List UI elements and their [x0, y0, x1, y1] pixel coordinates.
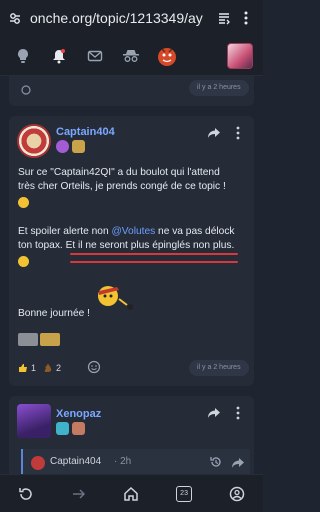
account-icon[interactable]	[226, 483, 248, 505]
post-line: Sur ce "Captain42QI" a du boulot qui l'a…	[18, 167, 220, 178]
badge-icon	[56, 140, 69, 153]
home-icon[interactable]	[120, 483, 142, 505]
post-line: Bonne journée !	[18, 308, 90, 319]
post-card: Captain404 Sur ce "Captain42QI" a du bou…	[9, 116, 254, 386]
author-badges	[56, 140, 85, 153]
share-icon[interactable]	[231, 456, 245, 474]
post-line: Et spoiler alerte non @Volutes ne va pas…	[18, 225, 250, 239]
attachment-thumbnail[interactable]	[18, 333, 38, 346]
shield-badge-icon	[72, 140, 85, 153]
private-messages-icon[interactable]	[82, 43, 108, 69]
next-post-card: Xenopaz Captain404 · 2h	[9, 396, 254, 486]
quote-time: · 2h	[114, 456, 132, 467]
incognito-icon[interactable]	[118, 43, 144, 69]
reaction-thumbs-up[interactable]: 1	[18, 360, 36, 376]
thumbs-up-icon	[19, 364, 27, 372]
author-avatar[interactable]	[17, 124, 51, 158]
url-bar[interactable]: onche.org/topic/1213349/ay	[30, 10, 213, 26]
quote-author[interactable]: Captain404	[50, 456, 101, 467]
post-actions-icon[interactable]	[21, 82, 31, 100]
author-badges	[56, 422, 85, 435]
quoted-post[interactable]: Captain404 · 2h	[21, 449, 250, 477]
user-mention-link[interactable]: @Volutes	[111, 226, 155, 237]
badge-icon	[56, 422, 69, 435]
reader-mode-icon[interactable]	[213, 7, 235, 29]
share-icon[interactable]	[205, 124, 223, 142]
poop-icon	[44, 364, 52, 372]
add-reaction-icon[interactable]	[87, 360, 101, 379]
author-avatar[interactable]	[17, 404, 51, 438]
tab-count: 23	[176, 485, 193, 502]
handwritten-underline	[70, 261, 238, 263]
site-info-icon[interactable]	[6, 9, 24, 27]
post-menu-icon[interactable]	[231, 404, 245, 422]
badge-icon	[72, 422, 85, 435]
post-text-segment: ne va pas délock	[155, 226, 235, 237]
reaction-count: 1	[31, 363, 37, 373]
quote-avatar	[31, 456, 45, 470]
browser-toolbar: onche.org/topic/1213349/ay	[0, 0, 263, 36]
notifications-bell-icon[interactable]	[46, 43, 72, 69]
forward-icon[interactable]	[68, 483, 90, 505]
smiley-icon	[18, 256, 29, 267]
post-line: très cher Orteils, je prends congé de ce…	[18, 181, 226, 192]
post-timestamp: il y a 2 heures	[189, 80, 249, 96]
reaction-poop[interactable]: 2	[43, 360, 61, 376]
share-icon[interactable]	[205, 404, 223, 422]
reaction-count: 2	[56, 363, 62, 373]
site-navbar	[0, 36, 263, 76]
post-timestamp: il y a 2 heures	[189, 360, 249, 376]
handwritten-underline	[70, 253, 238, 255]
smiley-icon	[18, 197, 29, 208]
post-text-segment: Et spoiler alerte non	[18, 226, 112, 237]
history-icon[interactable]	[209, 455, 223, 474]
user-avatar[interactable]	[227, 42, 253, 69]
browser-menu-icon[interactable]	[235, 7, 257, 29]
back-icon[interactable]	[15, 483, 37, 505]
forum-mascot-icon[interactable]	[154, 43, 180, 69]
author-username[interactable]: Xenopaz	[56, 408, 101, 420]
author-username[interactable]: Captain404	[56, 126, 115, 138]
lightbulb-icon[interactable]	[10, 43, 36, 69]
attachment-thumbnail[interactable]	[40, 333, 60, 346]
post-menu-icon[interactable]	[231, 124, 245, 142]
browser-bottom-bar: 23	[0, 474, 263, 512]
previous-post-card: il y a 2 heures	[9, 76, 254, 106]
post-line: ton topax. Et il ne seront plus épinglés…	[18, 240, 235, 251]
tab-switcher-button[interactable]: 23	[173, 483, 195, 505]
